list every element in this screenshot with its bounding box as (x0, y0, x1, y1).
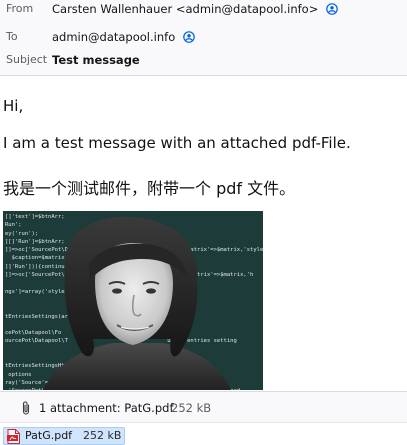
embedded-photo: []'text']=$btnArr; Run'; ey('run'); ][]'… (3, 211, 263, 390)
from-label: From (6, 2, 34, 15)
body-line-chinese: 我是一个测试邮件，附带一个 pdf 文件。 (3, 179, 296, 198)
attachment-list: PatG.pdf 252 kB (0, 422, 407, 445)
message-body: Hi, I am a test message with an attached… (0, 77, 407, 390)
attachment-item[interactable]: PatG.pdf 252 kB (3, 427, 125, 445)
from-row: From Carsten Wallenhauer <admin@datapool… (0, 0, 407, 20)
attachment-summary-size: 252 kB (171, 401, 212, 415)
portrait-image (43, 216, 231, 390)
from-value[interactable]: Carsten Wallenhauer <admin@datapool.info… (52, 2, 318, 16)
subject-row: Subject Test message (0, 49, 407, 71)
subject-label: Subject (6, 53, 48, 66)
message-header-pane: From Carsten Wallenhauer <admin@datapool… (0, 0, 407, 76)
address-book-contact-icon[interactable] (183, 30, 195, 43)
pdf-file-icon (7, 429, 20, 444)
to-label: To (6, 30, 18, 43)
paperclip-icon (22, 401, 30, 415)
subject-value: Test message (52, 53, 140, 67)
greeting-text: Hi, (3, 97, 24, 115)
attachment-summary-label[interactable]: 1 attachment: PatG.pdf (39, 398, 174, 418)
to-row: To admin@datapool.info (0, 26, 407, 48)
address-book-contact-icon[interactable] (326, 2, 338, 15)
attachment-item-name[interactable]: PatG.pdf (25, 428, 72, 444)
attachment-bar[interactable]: 1 attachment: PatG.pdf 252 kB (0, 391, 407, 422)
from-address[interactable]: Carsten Wallenhauer <admin@datapool.info… (52, 0, 338, 20)
attachment-item-size: 252 kB (83, 429, 122, 442)
to-address[interactable]: admin@datapool.info (52, 26, 195, 48)
body-line-english: I am a test message with an attached pdf… (3, 134, 351, 152)
to-value[interactable]: admin@datapool.info (52, 30, 175, 44)
